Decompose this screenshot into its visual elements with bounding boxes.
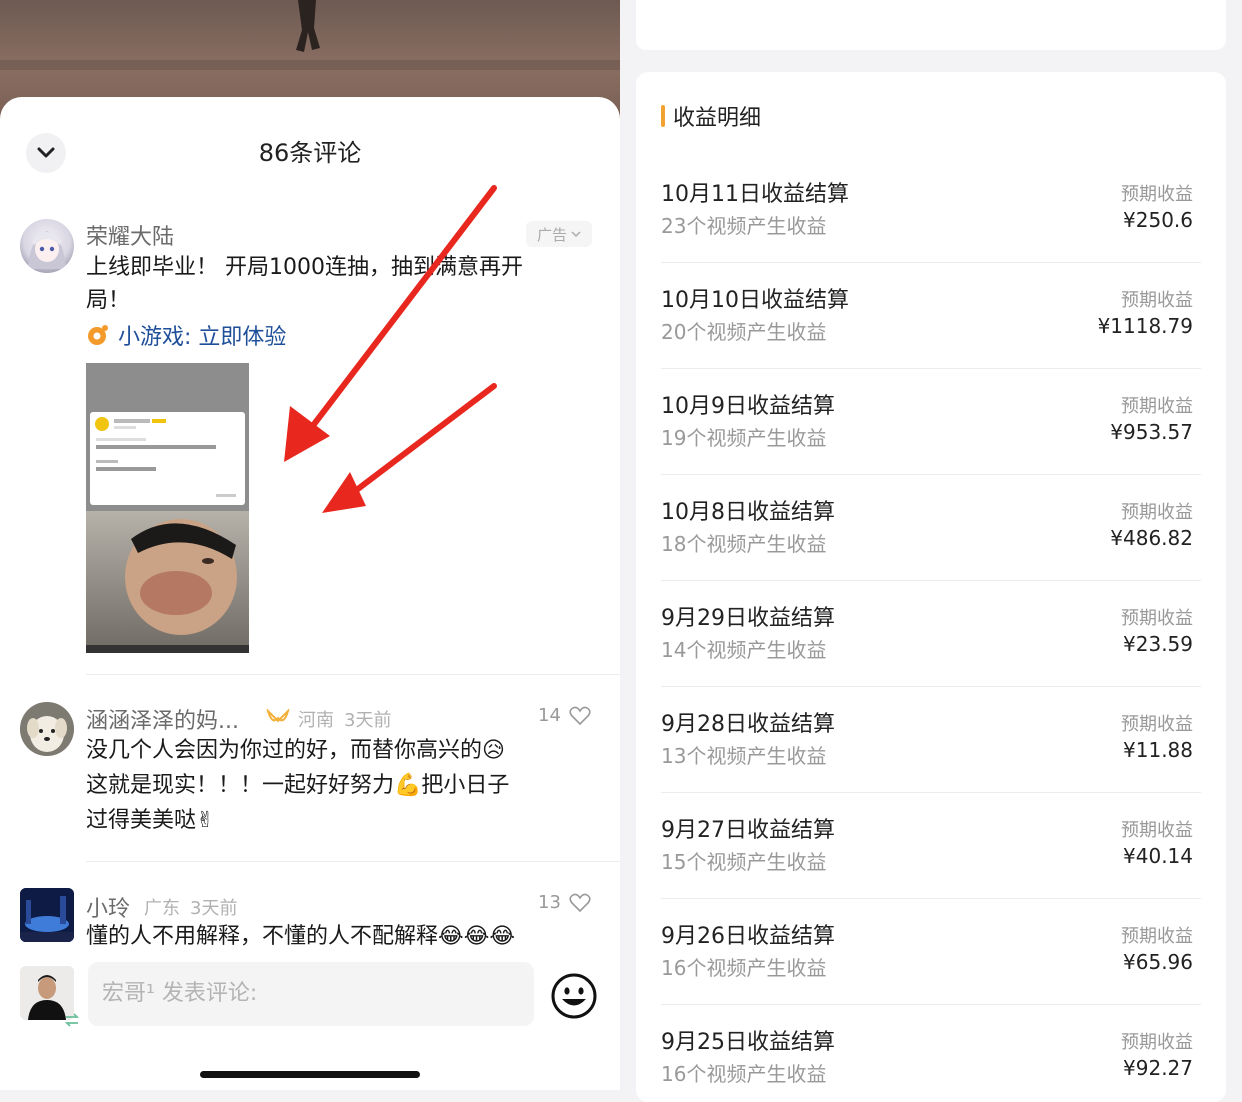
earnings-row[interactable]: 9月28日收益结算 13个视频产生收益 预期收益 ¥11.88 (661, 706, 1201, 812)
earnings-row-sub: 16个视频产生收益 (661, 956, 827, 980)
divider (661, 1004, 1201, 1005)
earnings-row[interactable]: 10月11日收益结算 23个视频产生收益 预期收益 ¥250.6 (661, 176, 1201, 282)
earnings-row-title: 9月28日收益结算 (661, 712, 835, 737)
divider (661, 898, 1201, 899)
earnings-row-title: 9月25日收益结算 (661, 1030, 835, 1055)
expected-label: 预期收益 (1121, 608, 1193, 629)
comment-input[interactable]: 宏哥¹ 发表评论: (88, 962, 534, 1026)
red-arrow-icon (322, 383, 497, 513)
divider (661, 262, 1201, 263)
earnings-row[interactable]: 9月29日收益结算 14个视频产生收益 预期收益 ¥23.59 (661, 600, 1201, 706)
expected-amount: ¥23.59 (1123, 632, 1193, 656)
expected-amount: ¥250.6 (1123, 208, 1193, 232)
expected-label: 预期收益 (1121, 714, 1193, 735)
earnings-row[interactable]: 9月25日收益结算 16个视频产生收益 预期收益 ¥92.27 (661, 1024, 1201, 1090)
expected-label: 预期收益 (1121, 502, 1193, 523)
comments-screen: 86条评论 荣耀大陆 广告 上线即毕业！ 开局1000连抽，抽到满意再开 局！ … (0, 0, 620, 1090)
earnings-row-sub: 14个视频产生收益 (661, 638, 827, 662)
expected-label: 预期收益 (1121, 926, 1193, 947)
earnings-row-sub: 16个视频产生收益 (661, 1062, 827, 1086)
earnings-row-title: 10月10日收益结算 (661, 288, 849, 313)
red-arrow-icon (284, 185, 497, 462)
expected-amount: ¥953.57 (1110, 420, 1193, 444)
earnings-row[interactable]: 10月9日收益结算 19个视频产生收益 预期收益 ¥953.57 (661, 388, 1201, 494)
earnings-row-title: 10月11日收益结算 (661, 182, 849, 207)
earnings-screen: 收益明细 10月11日收益结算 23个视频产生收益 预期收益 ¥250.6 10… (620, 0, 1242, 1102)
my-avatar[interactable] (20, 966, 74, 1020)
home-indicator (200, 1071, 420, 1078)
annotation-arrows (284, 185, 497, 513)
earnings-row-sub: 13个视频产生收益 (661, 744, 827, 768)
user-avatar-icon (20, 966, 74, 1020)
expected-label: 预期收益 (1121, 290, 1193, 311)
divider (661, 792, 1201, 793)
earnings-row-sub: 19个视频产生收益 (661, 426, 827, 450)
divider (661, 474, 1201, 475)
earnings-row-title: 9月26日收益结算 (661, 924, 835, 949)
expected-label: 预期收益 (1121, 1032, 1193, 1053)
expected-amount: ¥11.88 (1123, 738, 1193, 762)
earnings-row-sub: 15个视频产生收益 (661, 850, 827, 874)
earnings-row[interactable]: 9月27日收益结算 15个视频产生收益 预期收益 ¥40.14 (661, 812, 1201, 918)
switch-account-icon[interactable] (64, 1013, 80, 1027)
earnings-row-title: 9月27日收益结算 (661, 818, 835, 843)
earnings-title: 收益明细 (673, 106, 762, 131)
earnings-row-title: 10月9日收益结算 (661, 394, 835, 419)
earnings-row[interactable]: 10月10日收益结算 20个视频产生收益 预期收益 ¥1118.79 (661, 282, 1201, 388)
accent-bar (661, 105, 665, 127)
earnings-section-title: 收益明细 (661, 100, 761, 132)
earnings-row-title: 10月8日收益结算 (661, 500, 835, 525)
earnings-row-sub: 20个视频产生收益 (661, 320, 827, 344)
divider (661, 580, 1201, 581)
expected-label: 预期收益 (1121, 396, 1193, 417)
expected-label: 预期收益 (1121, 820, 1193, 841)
top-card (636, 0, 1226, 50)
expected-label: 预期收益 (1121, 184, 1193, 205)
expected-amount: ¥40.14 (1123, 844, 1193, 868)
divider (661, 686, 1201, 687)
expected-amount: ¥65.96 (1123, 950, 1193, 974)
earnings-row-sub: 23个视频产生收益 (661, 214, 827, 238)
earnings-row-sub: 18个视频产生收益 (661, 532, 827, 556)
emoji-icon[interactable] (550, 972, 598, 1020)
earnings-row-title: 9月29日收益结算 (661, 606, 835, 631)
earnings-row[interactable]: 10月8日收益结算 18个视频产生收益 预期收益 ¥486.82 (661, 494, 1201, 600)
earnings-row[interactable]: 9月26日收益结算 16个视频产生收益 预期收益 ¥65.96 (661, 918, 1201, 1024)
expected-amount: ¥92.27 (1123, 1056, 1193, 1080)
expected-amount: ¥486.82 (1110, 526, 1193, 550)
expected-amount: ¥1118.79 (1097, 314, 1193, 338)
divider (661, 368, 1201, 369)
